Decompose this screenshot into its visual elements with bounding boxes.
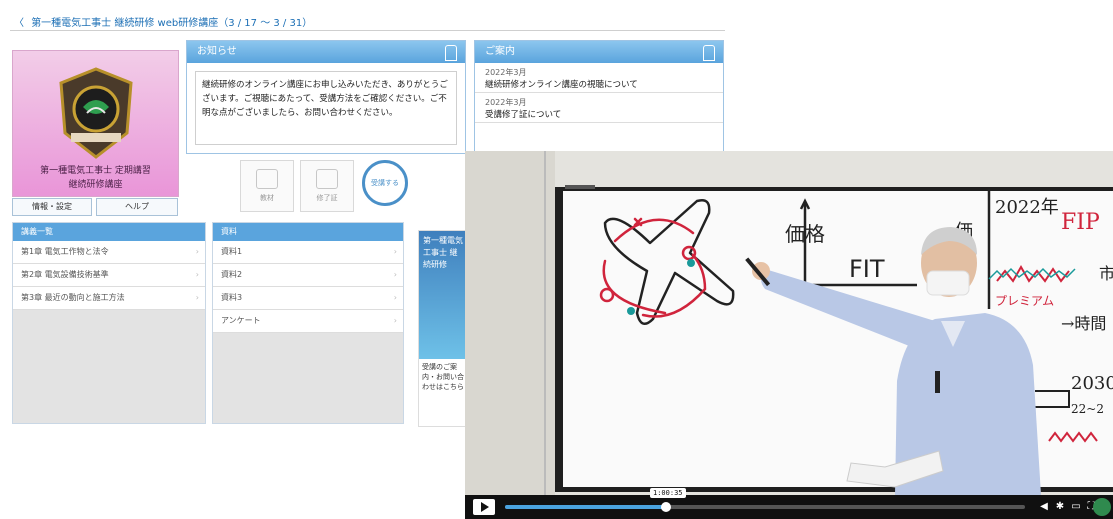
wb-price-1: 価格 [785, 222, 825, 246]
logo-caption-1: 第一種電気工事士 定期講習 [40, 166, 151, 176]
list-item[interactable]: 資料1 › [213, 241, 403, 264]
list-item-label: アンケート [221, 316, 261, 325]
list-item-label: 第2章 電気設備技術基準 [21, 270, 109, 279]
seek-bar-fill [505, 505, 666, 509]
logo-caption-2: 継続研修講座 [68, 180, 123, 190]
list-item[interactable]: 第2章 電気設備技術基準 › [13, 264, 205, 287]
lock-icon [703, 45, 715, 61]
news-panel-title: ご案内 [485, 46, 515, 57]
promo-text: 受講のご案内・お問い合わせはこちら [422, 363, 464, 391]
status-badge [1093, 498, 1111, 516]
hand-icon [256, 169, 278, 189]
notice-panel-header: お知らせ [187, 41, 465, 63]
breadcrumb[interactable]: 〈 第一種電気工事士 継続研修 web研修講座（3 / 17 〜 3 / 31） [14, 14, 312, 29]
news-text[interactable]: 受講修了証について [485, 108, 713, 120]
volume-icon[interactable]: ◀ [1038, 501, 1050, 513]
wb-market: 市 [1099, 264, 1113, 283]
wb-premium: プレミアム [995, 294, 1054, 308]
list-item[interactable]: 資料3 › [213, 287, 403, 310]
gear-icon[interactable]: ✱ [1054, 501, 1066, 513]
list-item-label: 第1章 電気工作物と法令 [21, 247, 109, 256]
timecode-tooltip: 1:00:35 [650, 488, 686, 498]
video-player[interactable]: 価格 FIT 価 2022年 FIP 市 プレミアム →時間 2030 22~2 [465, 151, 1113, 519]
video-frame: 価格 FIT 価 2022年 FIP 市 プレミアム →時間 2030 22~2 [465, 151, 1113, 495]
chevron-right-icon: › [393, 316, 397, 325]
document-icon [316, 169, 338, 189]
chevron-right-icon: › [393, 270, 397, 279]
back-icon[interactable]: 〈 [14, 18, 24, 29]
news-panel: ご案内 2022年3月 継続研修オンライン講座の視聴について 2022年3月 受… [474, 40, 724, 154]
chevron-right-icon: › [393, 247, 397, 256]
info-settings-button[interactable]: 情報・設定 [12, 198, 92, 216]
news-date: 2022年3月 [485, 68, 527, 77]
materials-list-header: 資料 [213, 223, 403, 241]
list-item-label: 資料1 [221, 247, 243, 256]
wb-time: →時間 [1061, 314, 1106, 333]
player-controls: 1:00:35 ◀ ✱ ▭ ⛶ [465, 488, 1113, 519]
list-item-label: 第3章 最近の動向と施工方法 [21, 293, 125, 302]
list-item[interactable]: 第1章 電気工作物と法令 › [13, 241, 205, 264]
certificate-tile[interactable]: 修了証 [300, 160, 354, 212]
promo-banner-image: 第一種電気工事士 継続研修 [419, 231, 469, 359]
breadcrumb-text: 第一種電気工事士 継続研修 web研修講座（3 / 17 〜 3 / 31） [31, 18, 313, 29]
list-item[interactable]: 第3章 最近の動向と施工方法 › [13, 287, 205, 310]
lecture-list-header: 講義一覧 [13, 223, 205, 241]
news-item[interactable]: 2022年3月 継続研修オンライン講座の視聴について [475, 63, 723, 93]
news-text[interactable]: 継続研修オンライン講座の視聴について [485, 78, 713, 90]
seek-bar[interactable]: 1:00:35 [505, 488, 1025, 512]
seek-handle[interactable] [661, 502, 671, 512]
wb-fip: FIP [1061, 210, 1100, 235]
materials-tile[interactable]: 教材 [240, 160, 294, 212]
lecture-list: 講義一覧 第1章 電気工作物と法令 › 第2章 電気設備技術基準 › 第3章 最近の… [12, 222, 206, 424]
play-button[interactable] [473, 499, 495, 515]
news-date: 2022年3月 [485, 98, 527, 107]
promo-banner[interactable]: 第一種電気工事士 継続研修 受講のご案内・お問い合わせはこちら [418, 230, 470, 427]
materials-list: 資料 資料1 › 資料2 › 資料3 › アンケート › [212, 222, 404, 424]
list-item-label: 資料2 [221, 270, 243, 279]
tile-label: 修了証 [316, 194, 338, 202]
news-panel-header: ご案内 [475, 41, 723, 63]
wb-range: 22~2 [1071, 402, 1104, 416]
pip-icon[interactable]: ▭ [1070, 501, 1082, 513]
chevron-right-icon: › [393, 293, 397, 302]
start-course-button[interactable]: 受講する [362, 160, 408, 206]
lock-icon [445, 45, 457, 61]
list-item-label: 資料3 [221, 293, 243, 302]
chevron-right-icon: › [195, 247, 199, 256]
list-item[interactable]: アンケート › [213, 310, 403, 333]
notice-panel: お知らせ 継続研修のオンライン講座にお申し込みいただき、ありがとうございます。ご… [186, 40, 466, 154]
notice-panel-title: お知らせ [197, 46, 237, 57]
emblem-logo [58, 67, 133, 159]
help-button[interactable]: ヘルプ [96, 198, 178, 216]
list-item[interactable]: 資料2 › [213, 264, 403, 287]
news-item[interactable]: 2022年3月 受講修了証について [475, 93, 723, 123]
logo-card: 第一種電気工事士 定期講習 継続研修講座 [12, 50, 179, 197]
divider [10, 30, 725, 31]
wb-year: 2022年 [995, 197, 1059, 218]
wb-fit: FIT [849, 255, 885, 283]
chevron-right-icon: › [195, 270, 199, 279]
wb-2030: 2030 [1071, 373, 1113, 394]
chevron-right-icon: › [195, 293, 199, 302]
tile-label: 教材 [260, 194, 274, 202]
notice-body: 継続研修のオンライン講座にお申し込みいただき、ありがとうございます。ご視聴にあた… [195, 71, 457, 145]
